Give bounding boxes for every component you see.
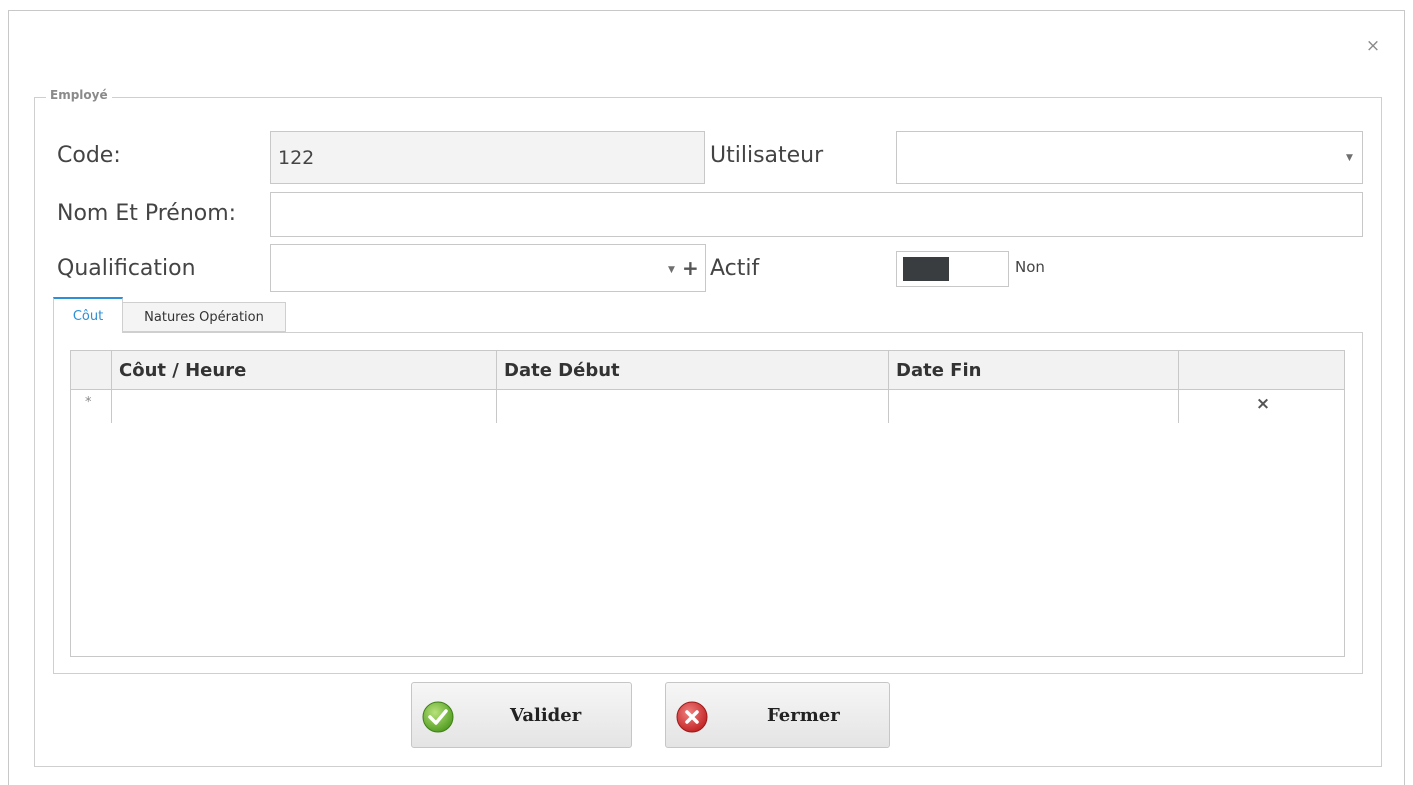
cost-grid: Côut / Heure Date Début Date Fin * × — [70, 350, 1345, 657]
new-row-asterisk-icon: * — [85, 395, 92, 410]
new-row-date-debut-cell[interactable] — [497, 390, 889, 423]
toggle-knob — [903, 257, 949, 281]
nom-input[interactable] — [270, 192, 1363, 237]
code-value: 122 — [278, 146, 315, 169]
row-indicator-header — [71, 351, 112, 390]
check-circle-icon — [422, 701, 454, 733]
column-header-date-fin[interactable]: Date Fin — [889, 351, 1179, 390]
add-qualification-button[interactable]: + — [682, 256, 699, 280]
chevron-down-icon[interactable]: ▼ — [668, 265, 675, 275]
qualification-label: Qualification — [57, 256, 196, 281]
column-header-date-debut[interactable]: Date Début — [497, 351, 889, 390]
code-field: 122 — [270, 131, 705, 184]
utilisateur-label: Utilisateur — [710, 143, 824, 168]
nom-label: Nom Et Prénom: — [57, 201, 237, 226]
actif-label: Actif — [710, 256, 760, 281]
cancel-circle-icon — [676, 701, 708, 733]
column-header-cout-heure[interactable]: Côut / Heure — [112, 351, 497, 390]
utilisateur-select[interactable] — [896, 131, 1363, 184]
tab-cout[interactable]: Côut — [53, 297, 123, 333]
tab-natures-operation[interactable]: Natures Opération — [122, 302, 286, 332]
actif-toggle[interactable] — [896, 251, 1009, 287]
groupbox-title: Employé — [46, 88, 112, 102]
column-header-actions — [1179, 351, 1344, 390]
fermer-button[interactable]: Fermer — [665, 682, 890, 748]
chevron-down-icon[interactable]: ▼ — [1346, 153, 1353, 163]
new-row-date-fin-cell[interactable] — [889, 390, 1179, 423]
delete-row-icon[interactable]: × — [1253, 394, 1273, 414]
close-icon[interactable]: × — [1363, 36, 1383, 56]
code-label: Code: — [57, 143, 121, 168]
actif-state-label: Non — [1015, 258, 1045, 276]
valider-label: Valider — [510, 705, 582, 726]
fermer-label: Fermer — [767, 705, 840, 726]
valider-button[interactable]: Valider — [411, 682, 632, 748]
new-row-cout-cell[interactable] — [112, 390, 497, 423]
qualification-select[interactable] — [270, 244, 706, 292]
